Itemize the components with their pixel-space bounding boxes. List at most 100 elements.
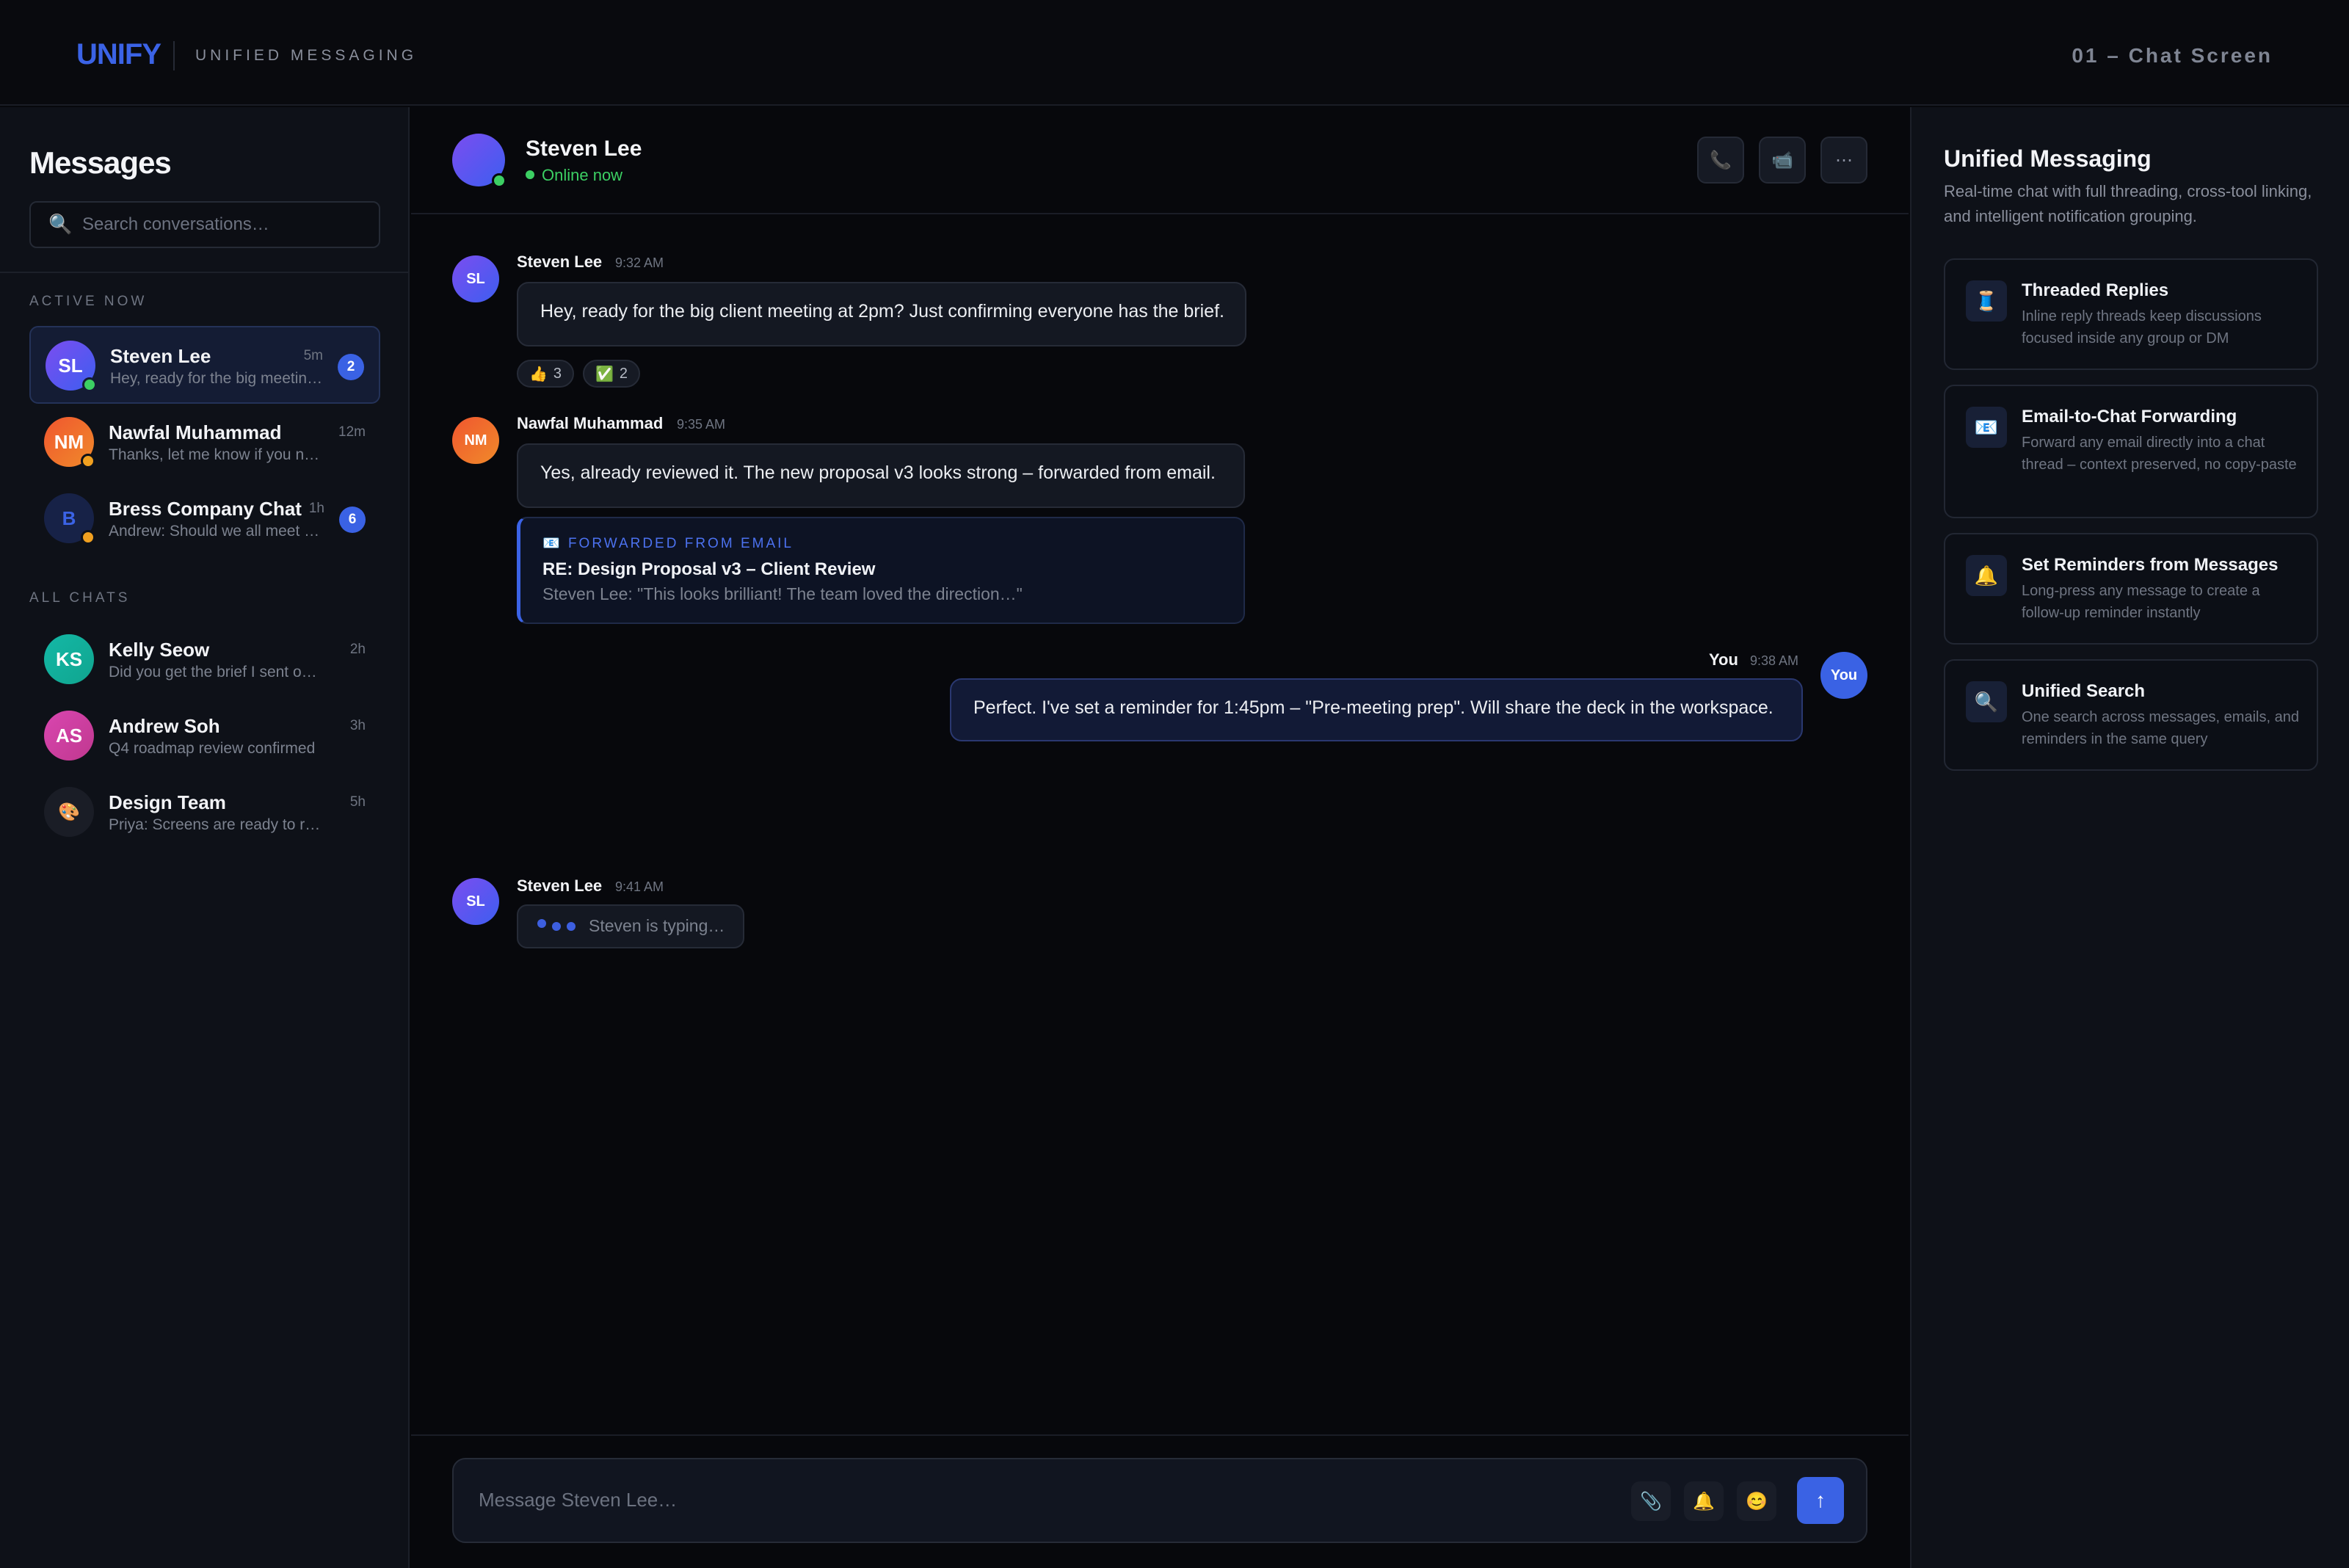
away-status-dot [81, 454, 95, 468]
reminder-button[interactable]: 🔔 [1684, 1481, 1724, 1521]
video-call-button[interactable]: 📹 [1759, 137, 1806, 184]
chat-preview: Hey, ready for the big meeting at 2pm? [110, 370, 324, 387]
call-button[interactable]: 📞 [1697, 137, 1744, 184]
forwarded-email-quote: Steven Lee: "This looks brilliant! The t… [542, 584, 1023, 603]
email-icon: 📧 [542, 536, 562, 551]
panel-title: Unified Messaging [1944, 145, 2152, 172]
contact-status: Online now [526, 166, 622, 185]
chat-name: Bress Company Chat [109, 498, 302, 520]
feature-title: Email-to-Chat Forwarding [2022, 407, 2237, 427]
avatar: SL [46, 341, 97, 392]
conversation-sidebar: Messages 🔍 Search conversations… ACTIVE … [0, 107, 410, 1568]
typing-dot [567, 922, 576, 931]
paperclip-icon: 📎 [1640, 1491, 1662, 1511]
avatar: KS [44, 634, 94, 684]
chat-item-kelly-seow[interactable]: KS Kelly Seow Did you get the brief I se… [29, 621, 380, 699]
chat-item-bress-company-chat[interactable]: B Bress Company Chat Andrew: Should we a… [29, 480, 380, 558]
email-icon: 📧 [1966, 407, 2007, 448]
more-options-button[interactable]: ⋯ [1820, 137, 1867, 184]
composer-divider [411, 1434, 1909, 1436]
feature-description: Inline reply threads keep discussions fo… [2022, 308, 2262, 346]
chat-time: 3h [349, 718, 366, 733]
typing-indicator: Steven is typing… [517, 904, 744, 948]
chat-header: Steven Lee Online now 📞 📹 ⋯ [411, 107, 1909, 214]
bell-icon: 🔔 [1693, 1491, 1715, 1511]
chat-item-nawfal-muhammad[interactable]: NM Nawfal Muhammad Thanks, let me know i… [29, 404, 380, 482]
online-status-dot [492, 173, 507, 188]
message-author: Nawfal Muhammad [517, 414, 664, 432]
thumbs-up-icon: 👍 [529, 366, 548, 382]
chat-name: Andrew Soh [109, 715, 220, 737]
thread-icon: 🧵 [1966, 280, 2007, 322]
typing-dot [552, 922, 561, 931]
emoji-button[interactable]: 😊 [1737, 1481, 1776, 1521]
chat-time: 5m [303, 348, 323, 363]
chat-panel: Steven Lee Online now 📞 📹 ⋯ SL Steven Le… [411, 107, 1909, 1568]
app-subtitle: UNIFIED MESSAGING [195, 47, 418, 64]
send-button[interactable]: ↑ [1797, 1477, 1844, 1524]
contact-avatar[interactable] [452, 134, 507, 188]
message-author: Steven Lee [517, 253, 603, 271]
unread-badge: 2 [338, 354, 364, 380]
message-bubble[interactable]: Perfect. I've set a reminder for 1:45pm … [950, 678, 1803, 741]
feature-card-email-forwarding: 📧 Email-to-Chat Forwarding Forward any e… [1944, 385, 2318, 518]
chat-item-design-team[interactable]: 🎨 Design Team Priya: Screens are ready t… [29, 774, 380, 852]
reaction-check[interactable]: ✅ 2 [583, 360, 640, 388]
bell-icon: 🔔 [1966, 555, 2007, 596]
avatar[interactable]: SL [452, 255, 499, 302]
message-bubble[interactable]: Hey, ready for the big client meeting at… [517, 282, 1246, 346]
chat-item-andrew-soh[interactable]: AS Andrew Soh Q4 roadmap review confirme… [29, 697, 380, 775]
message-time: 9:32 AM [615, 255, 664, 270]
online-status-dot [82, 377, 97, 392]
message-author: You [1709, 650, 1738, 669]
avatar: NM [44, 417, 95, 468]
sidebar-title: Messages [29, 145, 172, 180]
message-author: Steven Lee [517, 876, 603, 895]
more-icon: ⋯ [1835, 150, 1853, 170]
phone-icon: 📞 [1710, 150, 1732, 170]
away-status-dot [81, 530, 95, 545]
online-indicator [526, 170, 534, 180]
arrow-up-icon: ↑ [1815, 1489, 1826, 1511]
feature-card-unified-search: 🔍 Unified Search One search across messa… [1944, 659, 2318, 771]
top-bar: UNIFY UNIFIED MESSAGING 01 – Chat Screen [0, 0, 2349, 106]
chat-time: 2h [349, 642, 366, 657]
avatar[interactable]: You [1820, 652, 1867, 699]
typing-dot [537, 919, 546, 928]
screen-label: 01 – Chat Screen [2072, 44, 2273, 67]
sidebar-divider [0, 272, 408, 273]
feature-card-reminders: 🔔 Set Reminders from Messages Long-press… [1944, 533, 2318, 645]
chat-name: Kelly Seow [109, 639, 210, 661]
message-time: 9:35 AM [677, 417, 726, 432]
feature-description: Long-press any message to create a follo… [2022, 583, 2260, 621]
avatar: B [44, 493, 95, 545]
feature-description: Forward any email directly into a chat t… [2022, 435, 2297, 473]
active-now-label: ACTIVE NOW [29, 294, 148, 309]
app-logo[interactable]: UNIFY [76, 38, 161, 71]
forwarded-email-card[interactable]: 📧 FORWARDED FROM EMAIL RE: Design Propos… [517, 517, 1245, 624]
chat-name: Nawfal Muhammad [109, 421, 282, 443]
search-input[interactable]: 🔍 Search conversations… [29, 201, 380, 248]
feature-title: Threaded Replies [2022, 280, 2169, 300]
typing-text: Steven is typing… [589, 916, 725, 935]
check-mark-icon: ✅ [595, 366, 614, 382]
reaction-thumbs-up[interactable]: 👍 3 [517, 360, 574, 388]
message-composer[interactable]: Message Steven Lee… 📎 🔔 😊 ↑ [452, 1458, 1867, 1543]
avatar: AS [44, 711, 94, 761]
chat-item-steven-lee[interactable]: SL Steven Lee Hey, ready for the big mee… [29, 326, 380, 404]
attach-button[interactable]: 📎 [1631, 1481, 1671, 1521]
chat-preview: Andrew: Should we all meet before the ca… [109, 523, 323, 540]
avatar[interactable]: SL [452, 878, 499, 925]
feature-description: One search across messages, emails, and … [2022, 709, 2299, 747]
chat-name: Design Team [109, 791, 226, 813]
message-bubble[interactable]: Yes, already reviewed it. The new propos… [517, 443, 1245, 508]
chat-preview: Q4 roadmap review confirmed [109, 740, 316, 757]
message-time: 9:41 AM [615, 879, 664, 894]
search-icon: 🔍 [1966, 681, 2007, 722]
chat-name: Steven Lee [110, 345, 211, 367]
palette-icon: 🎨 [44, 787, 94, 837]
avatar[interactable]: NM [452, 417, 499, 464]
chat-preview: Did you get the brief I sent over? [109, 664, 323, 680]
message-input[interactable]: Message Steven Lee… [479, 1489, 677, 1511]
chat-time: 5h [349, 794, 366, 810]
